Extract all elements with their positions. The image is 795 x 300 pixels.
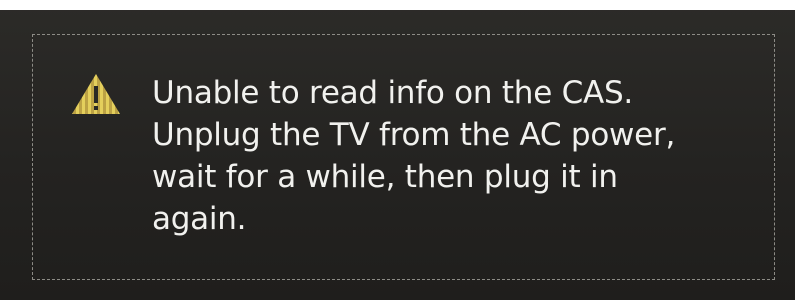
- warning-icon: [72, 74, 120, 114]
- top-edge: [0, 0, 795, 10]
- tv-screen: Unable to read info on the CAS. Unplug t…: [0, 0, 795, 300]
- error-message: Unable to read info on the CAS. Unplug t…: [152, 75, 676, 237]
